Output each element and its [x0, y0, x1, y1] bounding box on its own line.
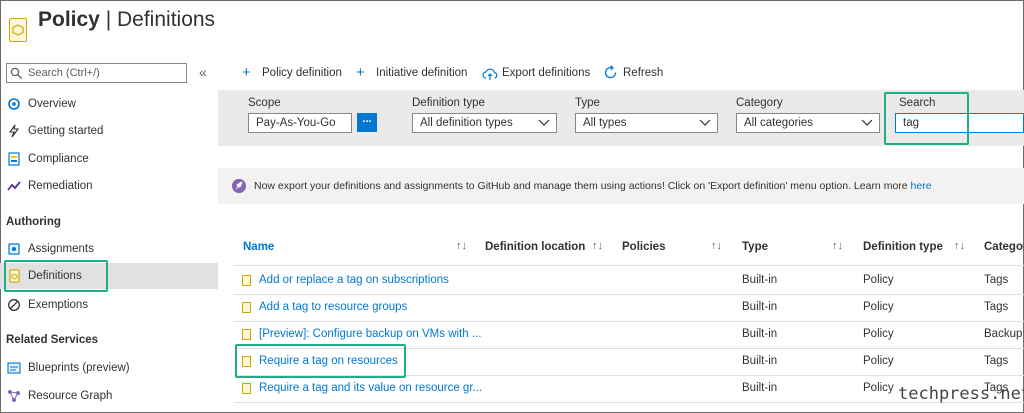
- row-name-link[interactable]: Require a tag and its value on resource …: [259, 382, 482, 394]
- lightning-icon: [8, 124, 20, 138]
- sort-type-icon[interactable]: ↑↓: [832, 240, 843, 252]
- assignments-icon: [8, 243, 20, 255]
- search-icon: [10, 67, 22, 79]
- definition-doc-icon: [242, 383, 251, 394]
- sort-definition-location-icon[interactable]: ↑↓: [592, 240, 603, 252]
- sidebar-search-input[interactable]: Search (Ctrl+/): [6, 63, 187, 83]
- remediation-icon: [7, 181, 21, 191]
- scope-field[interactable]: Pay-As-You-Go: [248, 113, 352, 133]
- definition-type-label: Definition type: [412, 97, 485, 109]
- refresh-icon: [604, 65, 617, 79]
- related-services-heading: Related Services: [6, 334, 99, 346]
- row-name-link[interactable]: Add a tag to resource groups: [259, 301, 407, 313]
- plus-icon: +: [242, 64, 251, 81]
- table-row[interactable]: Add or replace a tag on subscriptions Bu…: [234, 267, 1024, 294]
- policy-icon: [9, 18, 27, 42]
- column-header-category[interactable]: Categor: [984, 241, 1024, 253]
- rocket-icon: [232, 179, 246, 193]
- resource-graph-icon: [8, 390, 20, 402]
- sort-policies-icon[interactable]: ↑↓: [711, 240, 722, 252]
- chevron-down-icon: [538, 119, 550, 126]
- scope-picker-button[interactable]: ...: [357, 113, 377, 132]
- definition-doc-icon: [242, 302, 251, 313]
- github-export-banner: Now export your definitions and assignme…: [218, 168, 1024, 204]
- sidebar-item-blueprints[interactable]: Blueprints (preview): [0, 355, 218, 381]
- chevron-down-icon: [699, 119, 711, 126]
- watermark: techpress.net: [898, 384, 1024, 404]
- definitions-highlight-box: [4, 260, 108, 292]
- learn-more-link[interactable]: here: [911, 180, 932, 192]
- scope-label: Scope: [248, 97, 281, 109]
- banner-text: Now export your definitions and assignme…: [254, 180, 908, 192]
- plus-icon: +: [356, 64, 365, 81]
- sidebar-item-getting-started[interactable]: Getting started: [0, 118, 218, 144]
- column-header-policies[interactable]: Policies: [622, 241, 665, 253]
- category-label: Category: [736, 97, 783, 109]
- search-highlight-box: [884, 92, 969, 145]
- table-row[interactable]: Add a tag to resource groups Built-in Po…: [234, 294, 1024, 321]
- category-dropdown[interactable]: All categories: [736, 113, 880, 133]
- definition-type-dropdown[interactable]: All definition types: [412, 113, 557, 133]
- sidebar-item-assignments[interactable]: Assignments: [0, 236, 218, 262]
- exemptions-icon: [8, 299, 20, 311]
- type-dropdown[interactable]: All types: [575, 113, 718, 133]
- chevron-down-icon: [861, 119, 873, 126]
- sort-name-icon[interactable]: ↑↓: [456, 240, 467, 252]
- authoring-section-heading: Authoring: [6, 216, 61, 228]
- sort-definition-type-icon[interactable]: ↑↓: [954, 240, 965, 252]
- sidebar-item-resource-graph[interactable]: Resource Graph: [0, 383, 218, 409]
- sidebar-item-compliance[interactable]: Compliance: [0, 146, 218, 172]
- blueprints-icon: [7, 362, 21, 374]
- sidebar-item-overview[interactable]: Overview: [0, 91, 218, 117]
- page-title: Policy | Definitions: [38, 8, 216, 31]
- search-placeholder: Search (Ctrl+/): [28, 67, 100, 79]
- header-divider: [234, 265, 1024, 266]
- type-label: Type: [575, 97, 600, 109]
- column-header-type[interactable]: Type: [742, 241, 768, 253]
- column-header-name[interactable]: Name: [243, 241, 274, 253]
- require-tag-highlight-box: [235, 344, 406, 378]
- row-name-link[interactable]: Add or replace a tag on subscriptions: [259, 274, 449, 286]
- sidebar-item-exemptions[interactable]: Exemptions: [0, 292, 218, 318]
- page-header: Policy | Definitions: [0, 0, 1024, 56]
- sidebar-item-remediation[interactable]: Remediation: [0, 173, 218, 199]
- compliance-icon: [8, 152, 20, 166]
- overview-icon: [8, 98, 20, 110]
- row-name-link[interactable]: [Preview]: Configure backup on VMs with …: [259, 328, 481, 340]
- definition-doc-icon: [242, 329, 251, 340]
- column-header-definition-location[interactable]: Definition location: [485, 241, 585, 253]
- cloud-upload-icon: [482, 68, 498, 80]
- collapse-sidebar-icon[interactable]: «: [199, 64, 207, 80]
- column-header-definition-type[interactable]: Definition type: [863, 241, 943, 253]
- sidebar: Search (Ctrl+/) « Overview Getting start…: [0, 56, 218, 413]
- definition-doc-icon: [242, 275, 251, 286]
